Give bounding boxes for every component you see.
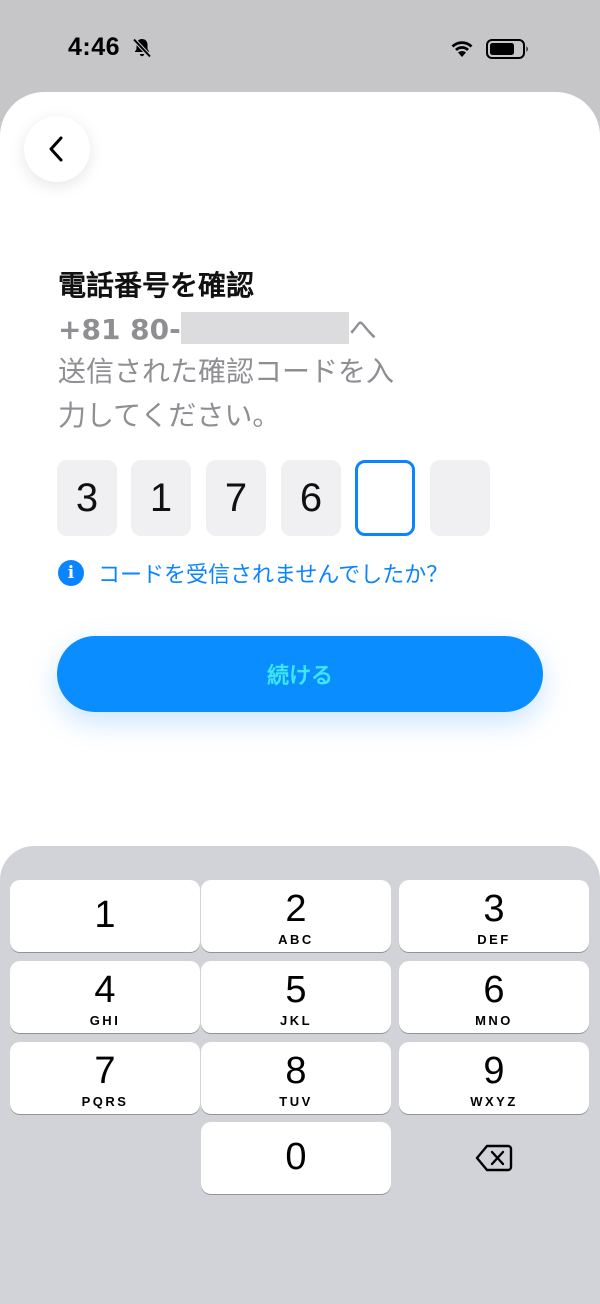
chevron-left-icon	[49, 136, 63, 162]
delete-key[interactable]	[398, 1122, 590, 1194]
key-8-letters: TUV	[279, 1094, 313, 1109]
battery-icon	[486, 39, 528, 59]
key-8[interactable]: 8 TUV	[201, 1042, 391, 1114]
status-bar: 4:46	[0, 0, 600, 92]
back-button[interactable]	[24, 116, 90, 182]
phone-number-line: +81 80- へ	[58, 308, 377, 348]
key-1-number: 1	[94, 894, 116, 936]
wifi-icon	[451, 41, 473, 57]
key-5-letters: JKL	[279, 1013, 313, 1028]
backspace-icon	[475, 1144, 513, 1172]
key-4[interactable]: 4 GHI	[10, 961, 200, 1033]
key-7-number: 7	[94, 1050, 116, 1092]
phone-prefix: +81 80-	[58, 313, 181, 346]
resend-help-text: コードを受信されませんでしたか？	[98, 563, 449, 588]
continue-button[interactable]: 続ける	[57, 636, 543, 712]
otp-digit-1[interactable]: 3	[57, 460, 117, 536]
key-2[interactable]: 2 ABC	[201, 880, 391, 952]
key-6-number: 6	[483, 969, 505, 1011]
key-2-number: 2	[285, 888, 307, 930]
key-3-letters: DEF	[477, 932, 511, 947]
key-7-letters: PQRS	[81, 1094, 129, 1109]
key-3-number: 3	[483, 888, 505, 930]
otp-digit-5[interactable]	[355, 460, 415, 536]
key-0-number: 0	[285, 1136, 307, 1178]
key-1[interactable]: 1	[10, 880, 200, 952]
key-9[interactable]: 9 WXYZ	[399, 1042, 589, 1114]
key-9-number: 9	[483, 1050, 505, 1092]
otp-digit-3[interactable]: 7	[206, 460, 266, 536]
page-title: 電話番号を確認	[58, 269, 255, 302]
otp-digit-4[interactable]: 6	[281, 460, 341, 536]
otp-digit-2[interactable]: 1	[131, 460, 191, 536]
key-4-letters: GHI	[89, 1013, 121, 1028]
key-3[interactable]: 3 DEF	[399, 880, 589, 952]
numeric-keypad: 1 2 ABC 3 DEF 4 GHI 5 JKL 6 MNO 7 PQRS 8…	[0, 846, 600, 1304]
key-7[interactable]: 7 PQRS	[10, 1042, 200, 1114]
otp-digit-6[interactable]	[430, 460, 490, 536]
key-2-letters: ABC	[278, 932, 314, 947]
continue-label: 続ける	[266, 664, 333, 689]
resend-help-link[interactable]: i コードを受信されませんでしたか？	[58, 558, 448, 588]
key-4-number: 4	[94, 969, 116, 1011]
bell-slash-icon	[132, 38, 152, 58]
phone-suffix: へ	[348, 313, 377, 346]
key-5-number: 5	[285, 969, 307, 1011]
key-9-letters: WXYZ	[470, 1094, 518, 1109]
info-icon: i	[58, 560, 84, 586]
status-time: 4:46	[68, 33, 121, 61]
key-6-letters: MNO	[475, 1013, 513, 1028]
key-8-number: 8	[285, 1050, 307, 1092]
phone-redaction	[180, 312, 349, 344]
key-6[interactable]: 6 MNO	[399, 961, 589, 1033]
key-5[interactable]: 5 JKL	[201, 961, 391, 1033]
subtitle: 送信された確認コードを入力してください。	[58, 355, 395, 432]
key-0[interactable]: 0	[201, 1122, 391, 1194]
